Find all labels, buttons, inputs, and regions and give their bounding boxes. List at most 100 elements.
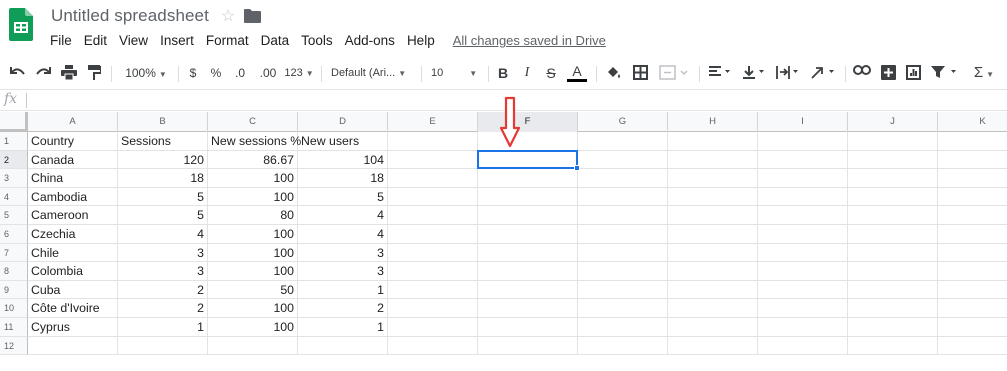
cell-c3[interactable]: 100 — [208, 169, 298, 188]
cell-a3[interactable]: China — [28, 169, 118, 188]
cell-d5[interactable]: 4 — [298, 206, 388, 225]
select-all-corner[interactable] — [0, 112, 28, 132]
cell-e7[interactable] — [388, 243, 478, 263]
cell-d4[interactable]: 5 — [298, 187, 388, 207]
cell-j4[interactable] — [848, 187, 938, 207]
cell-b12[interactable] — [118, 336, 208, 356]
strikethrough-button[interactable]: S — [543, 62, 559, 84]
cell-c11[interactable]: 100 — [208, 318, 298, 337]
cell-d6[interactable]: 4 — [298, 225, 388, 244]
cell-h5[interactable] — [668, 206, 758, 225]
column-header-a[interactable]: A — [28, 112, 118, 132]
menu-edit[interactable]: Edit — [78, 32, 113, 50]
row-header-4[interactable]: 4 — [0, 187, 28, 207]
cell-d8[interactable]: 3 — [298, 262, 388, 281]
horizontal-align-icon[interactable] — [706, 62, 734, 84]
cell-d10[interactable]: 2 — [298, 299, 388, 318]
cell-g9[interactable] — [578, 280, 668, 300]
italic-button[interactable]: I — [519, 62, 535, 84]
row-header-9[interactable]: 9 — [0, 280, 28, 300]
column-header-i[interactable]: I — [758, 112, 848, 132]
cell-g6[interactable] — [578, 225, 668, 244]
cell-g12[interactable] — [578, 336, 668, 356]
menu-format[interactable]: Format — [200, 32, 255, 50]
cell-g7[interactable] — [578, 243, 668, 263]
cell-k5[interactable] — [938, 206, 1007, 225]
cell-k10[interactable] — [938, 299, 1007, 318]
cell-c10[interactable]: 100 — [208, 299, 298, 318]
cell-k1[interactable] — [938, 132, 1007, 151]
cell-h1[interactable] — [668, 132, 758, 151]
filter-icon[interactable] — [928, 62, 962, 84]
cell-k7[interactable] — [938, 244, 1007, 263]
cell-h7[interactable] — [668, 243, 758, 263]
folder-icon[interactable] — [244, 9, 261, 23]
cell-f4[interactable] — [478, 187, 578, 207]
row-header-5[interactable]: 5 — [0, 206, 28, 225]
cell-e5[interactable] — [388, 206, 478, 225]
column-header-d[interactable]: D — [298, 112, 388, 132]
menu-add-ons[interactable]: Add-ons — [339, 32, 401, 50]
row-header-3[interactable]: 3 — [0, 169, 28, 188]
cell-e9[interactable] — [388, 280, 478, 300]
functions-button[interactable]: Σ ▼ — [968, 62, 1000, 84]
cell-i1[interactable] — [758, 132, 848, 151]
merge-cells-icon[interactable] — [656, 62, 692, 84]
cell-b5[interactable]: 5 — [118, 206, 208, 225]
cell-i7[interactable] — [758, 243, 848, 263]
cell-i5[interactable] — [758, 206, 848, 225]
menu-help[interactable]: Help — [401, 32, 441, 50]
column-header-k[interactable]: K — [938, 112, 1007, 132]
increase-decimals-button[interactable]: .00 — [255, 62, 281, 84]
cell-i3[interactable] — [758, 169, 848, 188]
cell-a8[interactable]: Colombia — [28, 262, 118, 281]
undo-icon[interactable] — [8, 62, 28, 84]
cell-j3[interactable] — [848, 169, 938, 188]
cell-d1[interactable]: New users — [298, 132, 388, 151]
row-header-1[interactable]: 1 — [0, 132, 28, 151]
insert-link-icon[interactable] — [852, 62, 872, 84]
font-family-select[interactable]: Default (Ari... ▼ — [331, 62, 415, 84]
cell-e12[interactable] — [388, 336, 478, 356]
cell-b9[interactable]: 2 — [118, 280, 208, 300]
row-header-2[interactable]: 2 — [0, 150, 28, 170]
sheets-logo-icon[interactable] — [9, 8, 33, 41]
cell-e8[interactable] — [388, 262, 478, 281]
cell-a11[interactable]: Cyprus — [28, 318, 118, 337]
cell-d3[interactable]: 18 — [298, 169, 388, 188]
cell-f7[interactable] — [478, 243, 578, 263]
cell-j9[interactable] — [848, 280, 938, 300]
cell-f1[interactable] — [478, 132, 578, 151]
zoom-select[interactable]: 100% ▼ — [119, 62, 173, 84]
cell-h10[interactable] — [668, 299, 758, 318]
row-header-6[interactable]: 6 — [0, 225, 28, 244]
cell-b4[interactable]: 5 — [118, 187, 208, 207]
cell-i2[interactable] — [758, 150, 848, 170]
menu-view[interactable]: View — [113, 32, 154, 50]
cell-e2[interactable] — [388, 150, 478, 170]
cell-d11[interactable]: 1 — [298, 318, 388, 337]
cell-k3[interactable] — [938, 169, 1007, 188]
cell-e11[interactable] — [388, 318, 478, 337]
row-header-10[interactable]: 10 — [0, 299, 28, 318]
cell-f11[interactable] — [478, 318, 578, 337]
cell-e6[interactable] — [388, 225, 478, 244]
cell-g8[interactable] — [578, 262, 668, 281]
cell-k9[interactable] — [938, 281, 1007, 300]
cell-b8[interactable]: 3 — [118, 262, 208, 281]
cell-g10[interactable] — [578, 299, 668, 318]
cell-c12[interactable] — [208, 336, 298, 356]
cell-g3[interactable] — [578, 169, 668, 188]
cell-c5[interactable]: 80 — [208, 206, 298, 225]
paint-format-icon[interactable] — [84, 62, 104, 84]
cell-b3[interactable]: 18 — [118, 169, 208, 188]
cell-a5[interactable]: Cameroon — [28, 206, 118, 225]
cell-g1[interactable] — [578, 132, 668, 151]
print-icon[interactable] — [59, 62, 79, 84]
insert-chart-icon[interactable] — [903, 62, 923, 84]
cell-c4[interactable]: 100 — [208, 187, 298, 207]
column-header-j[interactable]: J — [848, 112, 938, 132]
cell-b2[interactable]: 120 — [118, 150, 208, 170]
cell-d2[interactable]: 104 — [298, 150, 388, 170]
cell-i10[interactable] — [758, 299, 848, 318]
